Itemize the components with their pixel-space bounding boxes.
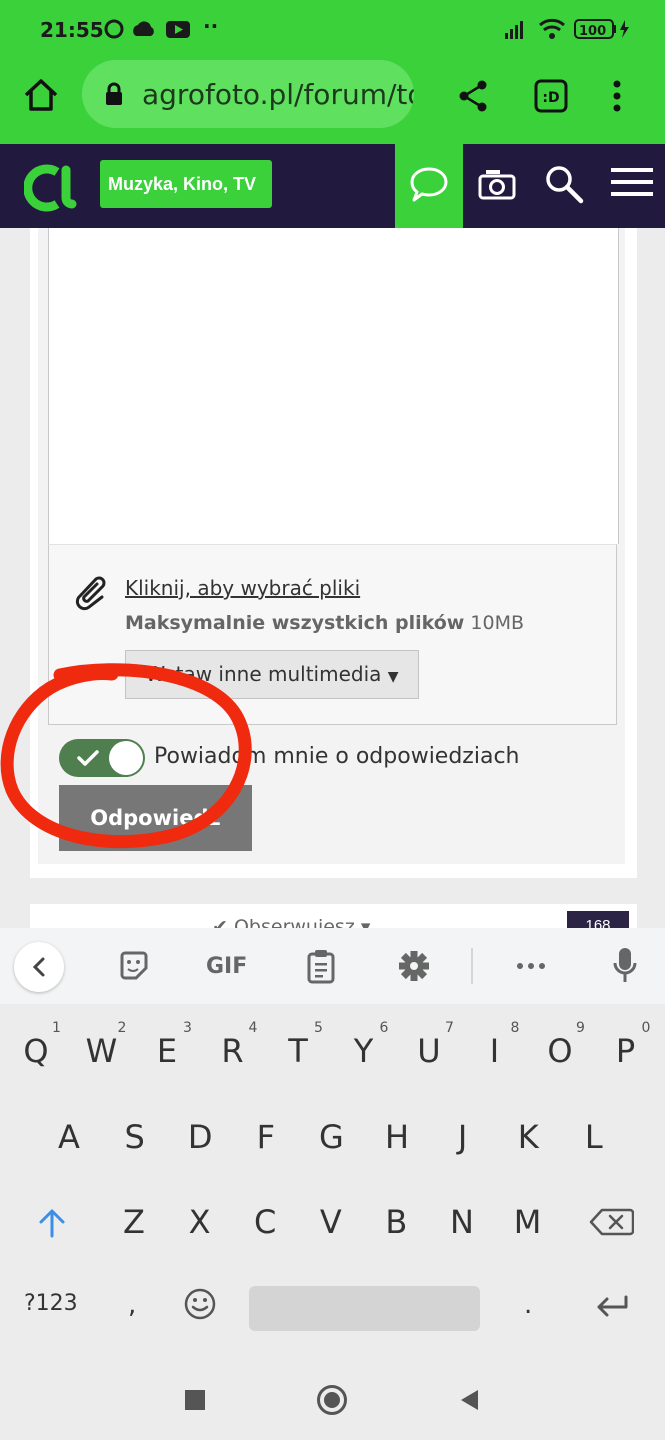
camera-icon[interactable] — [478, 168, 516, 200]
battery-level: 100 — [579, 24, 606, 39]
site-logo[interactable] — [24, 160, 78, 212]
toolbar-divider — [471, 948, 473, 984]
status-bar: 21:55 ·· 100 — [0, 0, 665, 60]
keyboard: ?123 , . Q1W2E3R4T5Y6U7I8O9P0 ASDFGHJKL ZX… — [0, 1004, 665, 1362]
key-h[interactable]: H — [367, 1118, 427, 1156]
key-a[interactable]: A — [39, 1118, 99, 1156]
message-editor[interactable] — [48, 228, 619, 544]
key-v[interactable]: V — [301, 1203, 361, 1241]
category-badge[interactable]: Muzyka, Kino, TV — [100, 160, 273, 208]
tab-switcher-icon[interactable]: :D — [534, 79, 568, 113]
key-number-hint: 2 — [117, 1020, 127, 1036]
clipboard-icon[interactable] — [306, 948, 336, 984]
home-icon[interactable] — [23, 78, 59, 112]
back-nav-icon[interactable] — [458, 1388, 480, 1412]
key-z[interactable]: Z — [104, 1203, 164, 1241]
key-e[interactable]: E — [137, 1032, 197, 1070]
home-nav-icon[interactable] — [316, 1384, 348, 1416]
key-m[interactable]: M — [498, 1203, 558, 1241]
key-number-hint: 0 — [641, 1020, 651, 1036]
max-files-value: 10MB — [470, 612, 524, 634]
sticker-icon[interactable] — [118, 950, 150, 982]
key-number-hint: 9 — [576, 1020, 585, 1036]
key-r[interactable]: R — [203, 1032, 263, 1070]
key-y[interactable]: Y — [334, 1032, 394, 1070]
settings-gear-icon[interactable] — [398, 950, 430, 982]
key-g[interactable]: G — [301, 1118, 361, 1156]
key-k[interactable]: K — [498, 1118, 558, 1156]
key-b[interactable]: B — [366, 1203, 426, 1241]
key-i[interactable]: I — [465, 1032, 525, 1070]
key-f[interactable]: F — [236, 1118, 296, 1156]
key-number-hint: 5 — [314, 1020, 323, 1036]
status-time: 21:55 — [40, 18, 104, 42]
key-n[interactable]: N — [432, 1203, 492, 1241]
key-j[interactable]: J — [433, 1118, 493, 1156]
max-files-label: Maksymalnie wszystkich plików — [125, 612, 465, 634]
key-t[interactable]: T — [268, 1032, 328, 1070]
key-number-hint: 4 — [248, 1020, 258, 1036]
paperclip-icon — [75, 576, 106, 611]
search-icon[interactable] — [544, 164, 584, 204]
key-p[interactable]: P — [596, 1032, 656, 1070]
enter-key-icon[interactable] — [594, 1293, 630, 1321]
key-number-hint: 1 — [52, 1020, 61, 1036]
recents-icon[interactable] — [185, 1390, 205, 1410]
address-bar[interactable]: agrofoto.pl/forum/top — [82, 60, 414, 128]
symbols-key[interactable]: ?123 — [24, 1291, 78, 1316]
key-number-hint: 3 — [183, 1020, 192, 1036]
key-d[interactable]: D — [170, 1118, 230, 1156]
key-u[interactable]: U — [399, 1032, 459, 1070]
backspace-key-icon[interactable] — [588, 1207, 634, 1237]
collapse-toolbar-button[interactable] — [14, 942, 64, 992]
notification-icons — [104, 19, 190, 39]
key-x[interactable]: X — [170, 1203, 230, 1241]
chat-button[interactable] — [395, 144, 463, 228]
chevron-left-icon — [32, 957, 45, 977]
browser-menu-icon[interactable] — [611, 80, 623, 112]
microphone-icon[interactable] — [612, 946, 638, 984]
key-c[interactable]: C — [235, 1203, 295, 1241]
annotation-circle — [0, 663, 252, 849]
key-number-hint: 7 — [445, 1020, 454, 1036]
key-l[interactable]: L — [564, 1118, 624, 1156]
caret-down-icon: ▼ — [387, 669, 399, 685]
gif-button[interactable]: GIF — [206, 954, 247, 979]
more-options-icon[interactable] — [516, 962, 546, 970]
key-o[interactable]: O — [530, 1032, 590, 1070]
keyboard-toolbar: GIF — [0, 928, 665, 1004]
key-s[interactable]: S — [105, 1118, 165, 1156]
system-icons: 100 — [505, 18, 629, 39]
svg-text::D: :D — [542, 90, 559, 106]
period-key[interactable]: . — [524, 1290, 532, 1320]
choose-files-link[interactable]: Kliknij, aby wybrać pliki — [125, 576, 360, 600]
key-w[interactable]: W — [72, 1032, 132, 1070]
max-files-info: Maksymalnie wszystkich plików 10MB — [125, 612, 524, 634]
key-number-hint: 8 — [510, 1020, 520, 1036]
share-icon[interactable] — [458, 80, 488, 112]
space-bar[interactable] — [249, 1286, 480, 1331]
key-number-hint: 6 — [379, 1020, 389, 1036]
url-text: agrofoto.pl/forum/top — [142, 78, 414, 111]
system-nav-bar — [0, 1362, 665, 1440]
key-q[interactable]: Q — [6, 1032, 66, 1070]
chat-bubble-icon — [410, 167, 448, 202]
more-notifications-icon: ·· — [203, 14, 219, 38]
lock-icon — [106, 82, 122, 105]
shift-key-icon[interactable] — [37, 1208, 67, 1238]
comma-key[interactable]: , — [128, 1290, 136, 1320]
emoji-key-icon[interactable] — [183, 1287, 217, 1321]
hamburger-menu-icon[interactable] — [611, 168, 653, 196]
